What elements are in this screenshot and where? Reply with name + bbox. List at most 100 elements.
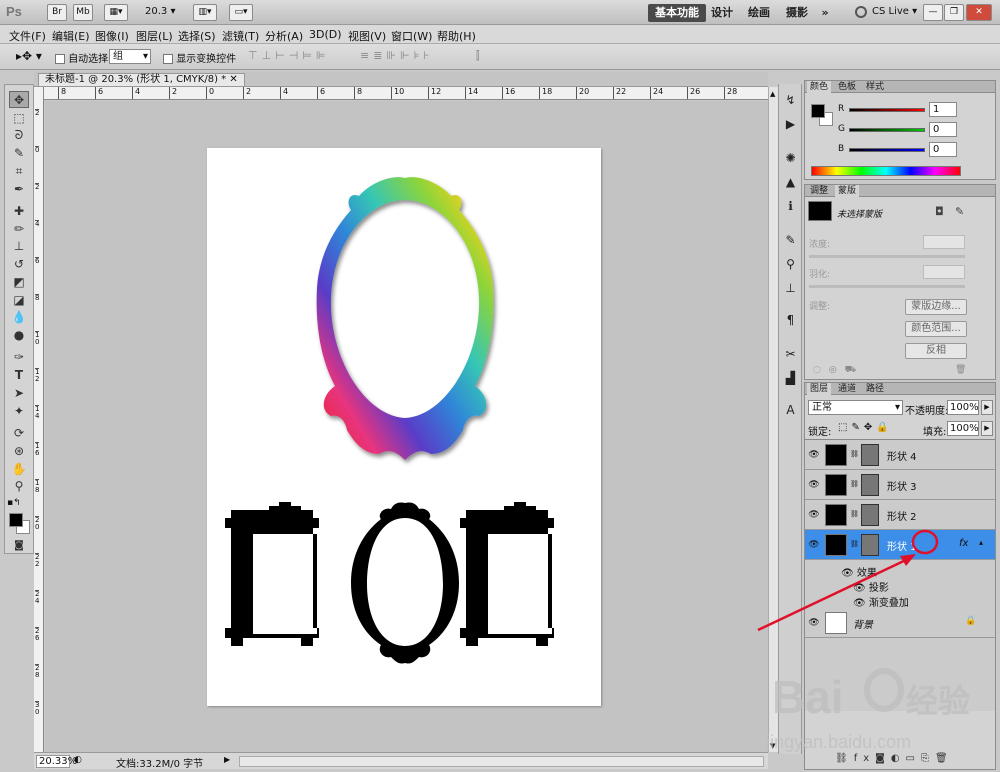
- lasso-tool-icon[interactable]: ᘐ: [9, 127, 29, 144]
- menu-analysis[interactable]: 分析(A): [265, 28, 303, 44]
- show-transform-option[interactable]: 显示变换控件: [163, 50, 236, 65]
- zoom-level[interactable]: 20.3 ▾: [145, 6, 175, 17]
- restore-button[interactable]: ❐: [944, 4, 964, 21]
- layer-row[interactable]: 👁 ⛓ 形状 3: [805, 470, 995, 500]
- align-buttons-group[interactable]: ⊤⊥⊢⊣⊨⊫: [248, 49, 330, 62]
- color-ramp[interactable]: [811, 166, 961, 176]
- character-panel-icon[interactable]: A: [782, 402, 799, 418]
- 3d-panel-icon[interactable]: ✂: [782, 346, 799, 362]
- auto-select-dropdown[interactable]: 组 ▾: [109, 49, 151, 64]
- tab-channels[interactable]: 通道: [835, 383, 859, 395]
- tool-presets-icon[interactable]: ⊥: [782, 280, 799, 296]
- clone-source-icon[interactable]: ⚲: [782, 256, 799, 272]
- auto-select-option[interactable]: 自动选择:: [55, 50, 112, 65]
- distribute-buttons-group[interactable]: ≡≣⊪⊩⊧⊦: [360, 49, 433, 62]
- b-slider[interactable]: [849, 148, 925, 152]
- status-arrow-icon[interactable]: ▶: [224, 755, 230, 764]
- more-workspaces-button[interactable]: »: [818, 4, 832, 22]
- quick-select-tool-icon[interactable]: ✎: [9, 145, 29, 162]
- cs-live-button[interactable]: CS Live ▾: [872, 6, 917, 17]
- clone-stamp-tool-icon[interactable]: ⊥: [9, 238, 29, 255]
- 3d-orbit-tool-icon[interactable]: ⊛: [9, 443, 29, 460]
- tab-adjustments[interactable]: 调整: [807, 185, 831, 197]
- screen-mode-icon[interactable]: ▭▾: [229, 4, 253, 21]
- dodge-tool-icon[interactable]: ●: [9, 327, 29, 344]
- arrange-documents-icon[interactable]: ▥▾: [193, 4, 217, 21]
- vector-mask-icon[interactable]: ✎: [955, 205, 964, 218]
- tab-paths[interactable]: 路径: [863, 383, 887, 395]
- view-extras-icon[interactable]: ▦▾: [104, 4, 128, 21]
- feather-slider[interactable]: [809, 285, 965, 288]
- 3d-rotate-tool-icon[interactable]: ⟳: [9, 425, 29, 442]
- bridge-button[interactable]: Br: [47, 4, 67, 21]
- color-range-button[interactable]: 颜色范围...: [905, 321, 967, 337]
- history-brush-tool-icon[interactable]: ↺: [9, 256, 29, 273]
- scroll-up-arrow-icon[interactable]: ▲: [770, 90, 775, 98]
- menu-window[interactable]: 窗口(W): [391, 28, 432, 44]
- foreground-color-swatch[interactable]: [9, 513, 23, 527]
- tab-swatches[interactable]: 色板: [835, 81, 859, 93]
- workspace-essentials[interactable]: 基本功能: [648, 4, 706, 22]
- mask-edge-button[interactable]: 蒙版边缘...: [905, 299, 967, 315]
- feather-input[interactable]: [923, 265, 965, 279]
- menu-image[interactable]: 图像(I): [95, 28, 129, 44]
- zoom-status-field[interactable]: 20.33%: [36, 755, 77, 768]
- styles-panel-icon[interactable]: ✺: [782, 150, 799, 166]
- workspace-design[interactable]: 设计: [708, 4, 736, 22]
- quick-mask-icon[interactable]: ◙: [9, 537, 29, 554]
- eye-icon[interactable]: 👁: [808, 479, 820, 491]
- invert-button[interactable]: 反相: [905, 343, 967, 359]
- menu-view[interactable]: 视图(V): [348, 28, 386, 44]
- histogram-panel-icon[interactable]: ▲: [782, 174, 799, 190]
- g-slider[interactable]: [849, 128, 925, 132]
- eyedropper-tool-icon[interactable]: ✒: [9, 181, 29, 198]
- history-panel-icon[interactable]: ↯: [782, 92, 799, 108]
- eraser-tool-icon[interactable]: ◩: [9, 274, 29, 291]
- type-tool-icon[interactable]: T: [9, 367, 29, 384]
- blend-mode-dropdown[interactable]: 正常 ▾: [808, 400, 903, 415]
- info-panel-icon[interactable]: ℹ: [782, 198, 799, 214]
- close-tab-icon[interactable]: ✕: [229, 74, 237, 85]
- menu-edit[interactable]: 编辑(E): [52, 28, 90, 44]
- close-button[interactable]: ✕: [966, 4, 992, 21]
- blur-tool-icon[interactable]: 💧: [9, 309, 29, 326]
- workspace-painting[interactable]: 绘画: [745, 4, 773, 22]
- lock-icons[interactable]: ⬚✎✥🔒: [838, 422, 893, 433]
- menu-3d[interactable]: 3D(D): [309, 28, 342, 41]
- healing-brush-tool-icon[interactable]: ✚: [9, 203, 29, 220]
- marquee-tool-icon[interactable]: ⬚: [9, 110, 29, 127]
- fill-input[interactable]: 100%: [947, 421, 979, 436]
- hand-tool-icon[interactable]: ✋: [9, 461, 29, 478]
- minimize-button[interactable]: —: [923, 4, 943, 21]
- vertical-scrollbar[interactable]: ▲ ▼: [768, 87, 778, 752]
- density-slider[interactable]: [809, 255, 965, 258]
- auto-align-icon[interactable]: ⫿: [476, 49, 480, 63]
- show-transform-checkbox[interactable]: [163, 54, 173, 64]
- document-tab[interactable]: 未标题-1 @ 20.3% (形状 1, CMYK/8) * ✕: [38, 73, 245, 86]
- tab-masks[interactable]: 蒙版: [835, 185, 860, 197]
- status-menu-icon[interactable]: ◐: [74, 755, 82, 765]
- b-value-input[interactable]: 0: [929, 142, 957, 157]
- r-value-input[interactable]: 1: [929, 102, 957, 117]
- notes-panel-icon[interactable]: ▟: [782, 370, 799, 386]
- workspace-photography[interactable]: 摄影: [783, 4, 811, 22]
- document-page[interactable]: [207, 148, 601, 706]
- auto-select-checkbox[interactable]: [55, 54, 65, 64]
- g-value-input[interactable]: 0: [929, 122, 957, 137]
- expand-effects-icon[interactable]: ▴: [979, 538, 983, 547]
- crop-tool-icon[interactable]: ⌗: [9, 163, 29, 180]
- eye-icon[interactable]: 👁: [808, 449, 820, 461]
- color-fg-swatch[interactable]: [811, 104, 825, 118]
- default-colors-icon[interactable]: ▪↰: [7, 498, 21, 508]
- menu-file[interactable]: 文件(F): [9, 28, 46, 44]
- tab-color[interactable]: 颜色: [807, 81, 832, 93]
- mask-delete-icon[interactable]: 🗑: [955, 365, 966, 375]
- menu-layer[interactable]: 图层(L): [136, 28, 173, 44]
- pixel-mask-icon[interactable]: ◘: [935, 205, 944, 218]
- tab-layers[interactable]: 图层: [807, 383, 832, 395]
- horizontal-scrollbar[interactable]: [239, 756, 764, 767]
- menu-help[interactable]: 帮助(H): [437, 28, 476, 44]
- gradient-tool-icon[interactable]: ◪: [9, 292, 29, 309]
- brush-tool-icon[interactable]: ✏: [9, 221, 29, 238]
- path-selection-tool-icon[interactable]: ➤: [9, 385, 29, 402]
